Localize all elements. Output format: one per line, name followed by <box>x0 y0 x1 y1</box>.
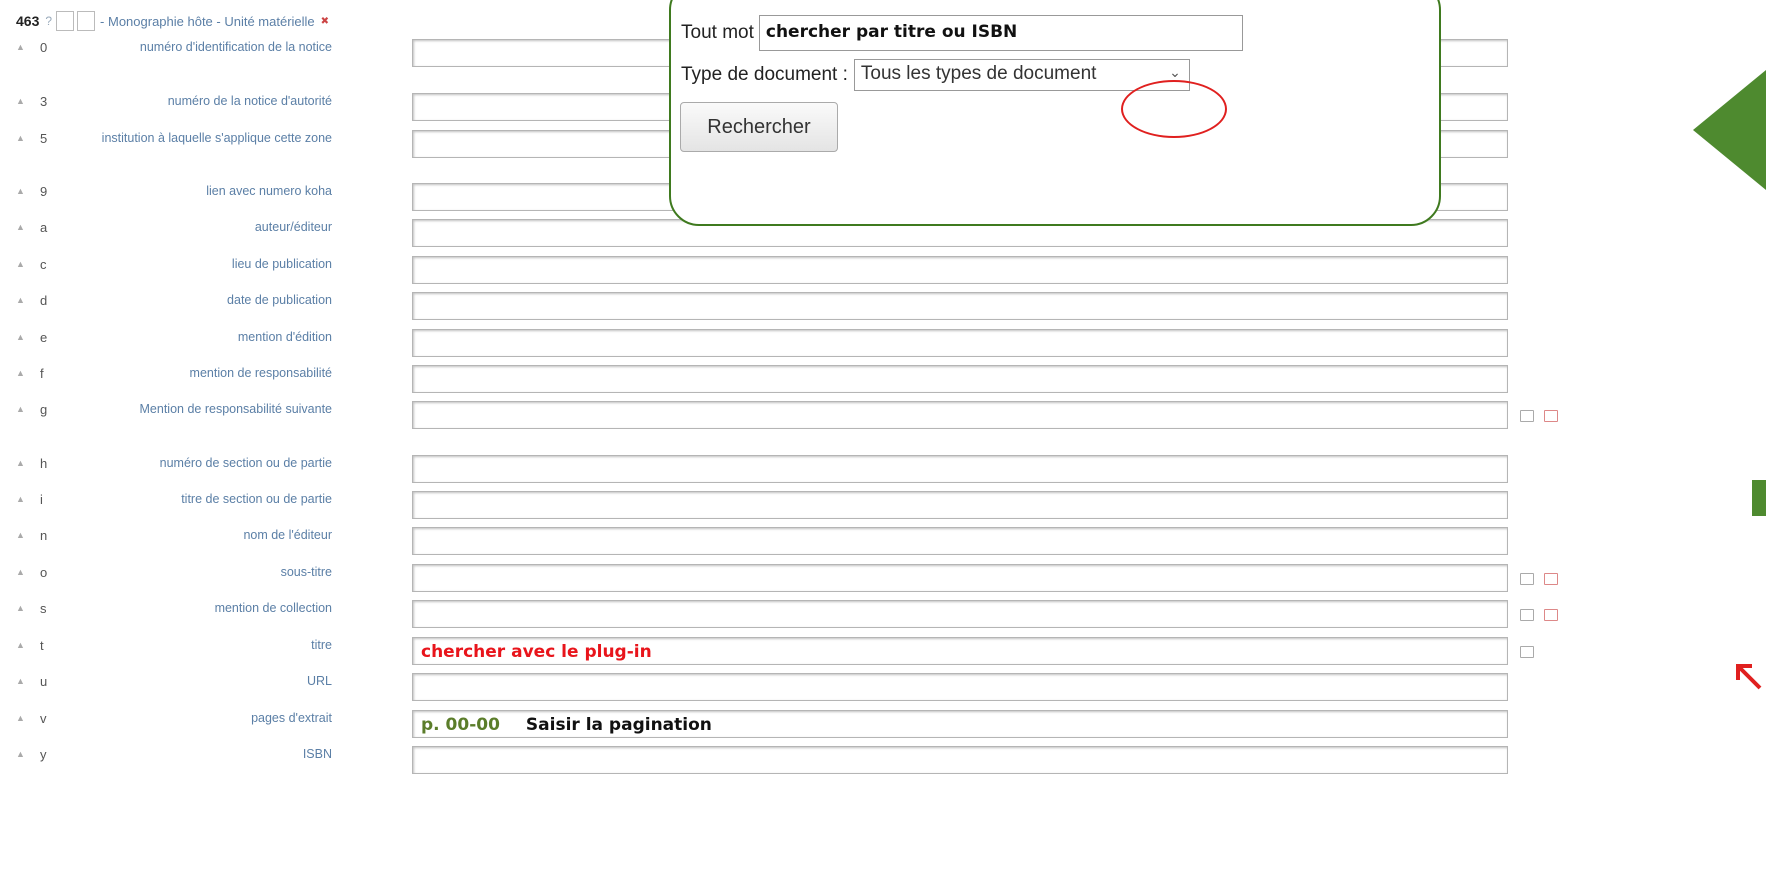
pagination-hint: Saisir la pagination <box>525 715 712 735</box>
subfield-actions <box>1520 609 1558 621</box>
drag-handle-icon[interactable]: ▲ <box>16 749 25 759</box>
drag-handle-icon[interactable]: ▲ <box>16 222 25 232</box>
delete-icon[interactable] <box>1544 609 1558 621</box>
subfield-input-c[interactable] <box>412 256 1508 284</box>
subfield-label: mention de responsabilité <box>189 366 332 380</box>
pagination-example: p. 00-00 <box>421 715 500 735</box>
drag-handle-icon[interactable]: ▲ <box>16 295 25 305</box>
subfield-input-v[interactable]: p. 00-00 Saisir la pagination <box>412 710 1508 738</box>
subfield-input-n[interactable] <box>412 527 1508 555</box>
doctype-selected-value: Tous les types de document <box>860 63 1097 84</box>
subfield-label: auteur/éditeur <box>254 220 332 234</box>
drag-handle-icon[interactable]: ▲ <box>16 458 25 468</box>
drag-handle-icon[interactable]: ▲ <box>16 567 25 577</box>
tag-description: - Monographie hôte - Unité matérielle <box>100 13 315 29</box>
subfield-label: institution à laquelle s'applique cette … <box>101 131 332 145</box>
clone-icon[interactable] <box>1520 609 1534 621</box>
subfield-label: lien avec numero koha <box>206 184 332 198</box>
drag-handle-icon[interactable]: ▲ <box>16 259 25 269</box>
subfield-label: numéro de section ou de partie <box>159 456 332 470</box>
highlight-circle <box>1121 80 1227 138</box>
drag-handle-icon[interactable]: ▲ <box>16 676 25 686</box>
subfield-label: numéro de la notice d'autorité <box>167 94 332 108</box>
drag-handle-icon[interactable]: ▲ <box>16 494 25 504</box>
drag-handle-icon[interactable]: ▲ <box>16 640 25 650</box>
subfield-input-h[interactable] <box>412 455 1508 483</box>
green-marker-icon <box>1752 480 1766 516</box>
drag-handle-icon[interactable]: ▲ <box>16 133 25 143</box>
subfield-label: date de publication <box>227 293 332 307</box>
subfield-actions <box>1520 646 1534 658</box>
drag-handle-icon[interactable]: ▲ <box>16 96 25 106</box>
drag-handle-icon[interactable]: ▲ <box>16 332 25 342</box>
subfield-actions <box>1520 410 1558 422</box>
search-button[interactable]: Rechercher <box>680 102 838 152</box>
field-header: 463 ? - Monographie hôte - Unité matérie… <box>16 10 329 32</box>
subfield-input-u[interactable] <box>412 673 1508 701</box>
red-arrow-icon <box>1736 664 1762 690</box>
subfield-label: titre de section ou de partie <box>181 492 332 506</box>
subfield-input-e[interactable] <box>412 329 1508 357</box>
keyword-input[interactable]: chercher par titre ou ISBN <box>758 15 1243 51</box>
delete-field-icon[interactable]: ✖ <box>321 16 329 27</box>
subfield-label: sous-titre <box>280 565 332 579</box>
drag-handle-icon[interactable]: ▲ <box>16 713 25 723</box>
subfield-input-g[interactable] <box>412 401 1508 429</box>
doctype-label: Type de document : <box>681 64 848 85</box>
plugin-hint: chercher avec le plug-in <box>421 642 652 662</box>
subfield-label: lieu de publication <box>231 257 332 271</box>
subfield-label: numéro d'identification de la notice <box>139 40 332 54</box>
subfield-input-t[interactable]: chercher avec le plug-in <box>412 637 1508 665</box>
indicator-2-input[interactable] <box>77 11 96 31</box>
drag-handle-icon[interactable]: ▲ <box>16 42 25 52</box>
indicator-1-input[interactable] <box>56 11 75 31</box>
subfield-label: mention de collection <box>214 601 332 615</box>
clone-icon[interactable] <box>1520 410 1534 422</box>
subfield-input-i[interactable] <box>412 491 1508 519</box>
drag-handle-icon[interactable]: ▲ <box>16 186 25 196</box>
subfield-label: URL <box>306 674 332 688</box>
delete-icon[interactable] <box>1544 410 1558 422</box>
subfield-input-d[interactable] <box>412 292 1508 320</box>
subfield-input-s[interactable] <box>412 600 1508 628</box>
drag-handle-icon[interactable]: ▲ <box>16 368 25 378</box>
subfield-label: mention d'édition <box>237 330 332 344</box>
subfield-input-f[interactable] <box>412 365 1508 393</box>
tag-number: 463 <box>16 13 40 29</box>
plugin-icon[interactable] <box>1520 646 1534 658</box>
clone-icon[interactable] <box>1520 573 1534 585</box>
help-link[interactable]: ? <box>45 14 52 28</box>
drag-handle-icon[interactable]: ▲ <box>16 603 25 613</box>
subfield-label: titre <box>311 638 332 652</box>
green-arrow-icon <box>1693 70 1766 190</box>
subfield-actions <box>1520 573 1558 585</box>
chevron-down-icon[interactable]: ⌄ <box>1169 64 1181 81</box>
subfield-label: pages d'extrait <box>251 711 332 725</box>
subfield-label: nom de l'éditeur <box>243 528 332 542</box>
keyword-label: Tout mot <box>681 22 754 43</box>
subfield-label: ISBN <box>302 747 332 761</box>
subfield-input-y[interactable] <box>412 746 1508 774</box>
subfield-label: Mention de responsabilité suivante <box>139 402 332 416</box>
drag-handle-icon[interactable]: ▲ <box>16 404 25 414</box>
subfield-input-o[interactable] <box>412 564 1508 592</box>
drag-handle-icon[interactable]: ▲ <box>16 530 25 540</box>
delete-icon[interactable] <box>1544 573 1558 585</box>
